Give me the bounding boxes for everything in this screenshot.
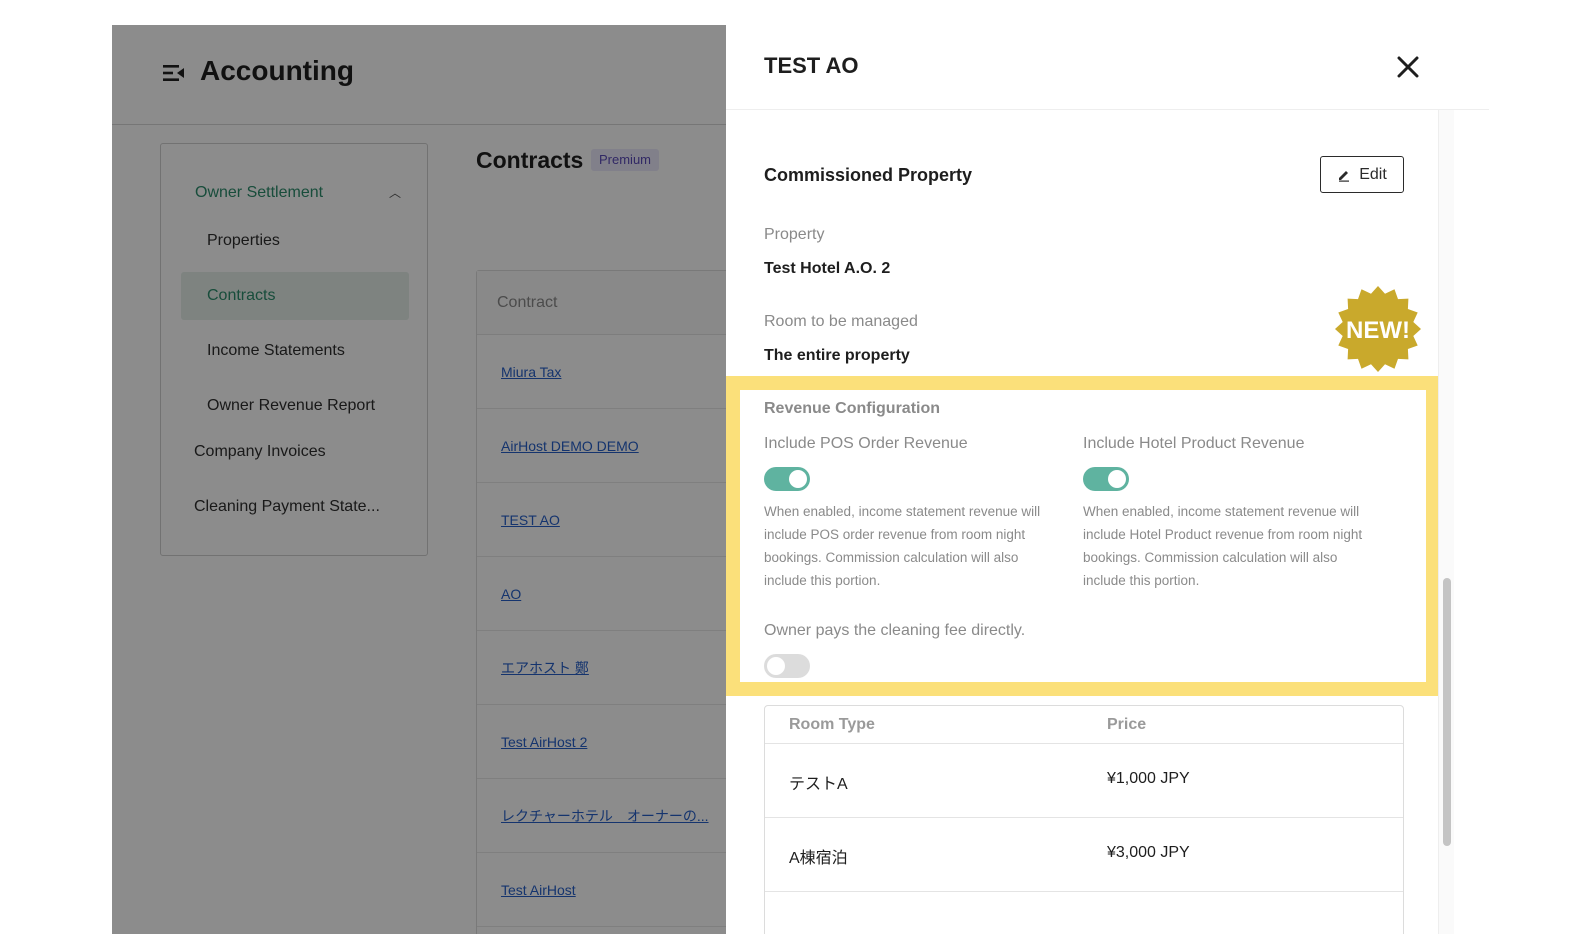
scrollbar[interactable] (1438, 110, 1454, 934)
edit-button[interactable]: Edit (1320, 156, 1404, 193)
new-badge: NEW! (1335, 286, 1421, 372)
new-badge-text: NEW! (1346, 317, 1410, 344)
hotel-revenue-toggle[interactable] (1083, 467, 1129, 491)
section-title: Commissioned Property (764, 165, 973, 185)
room-type-cell: A棟宿泊 (789, 850, 848, 867)
room-value: The entire property (764, 347, 910, 364)
property-label: Property (764, 226, 825, 243)
column-price: Price (1107, 716, 1147, 733)
pos-revenue-label: Include POS Order Revenue (764, 435, 968, 452)
cleaning-fee-label: Owner pays the cleaning fee directly. (764, 622, 1026, 639)
app-window: Accounting Owner Settlement ︿ Properties… (112, 25, 1489, 934)
price-cell: ¥3,000 JPY (1107, 844, 1190, 861)
hotel-revenue-description: When enabled, income statement revenue w… (1083, 504, 1363, 588)
room-label: Room to be managed (764, 313, 918, 330)
pos-revenue-toggle[interactable] (764, 467, 810, 491)
revenue-configuration-panel: Revenue Configuration Include POS Order … (726, 376, 1440, 696)
pencil-icon (1339, 170, 1350, 182)
property-value: Test Hotel A.O. 2 (764, 260, 891, 277)
table-row: テストA ¥1,000 JPY (765, 744, 1403, 818)
drawer-title: TEST AO (764, 53, 859, 78)
room-type-table: Room Type Price テストA ¥1,000 JPY A棟宿泊 ¥3,… (764, 705, 1404, 934)
contract-drawer: TEST AO Commissioned Property Edit Prope… (726, 25, 1489, 934)
table-row: A棟宿泊 ¥3,000 JPY (765, 818, 1403, 892)
room-type-cell: テストA (789, 776, 848, 793)
revenue-configuration-title: Revenue Configuration (764, 400, 941, 417)
scrollbar-thumb[interactable] (1443, 578, 1451, 846)
room-type-table-header: Room Type Price (765, 706, 1403, 744)
column-room-type: Room Type (789, 716, 875, 733)
price-cell: ¥1,000 JPY (1107, 770, 1190, 787)
edit-label: Edit (1359, 165, 1387, 183)
close-icon[interactable] (1394, 53, 1422, 81)
pos-revenue-description: When enabled, income statement revenue w… (764, 504, 1041, 588)
cleaning-fee-toggle[interactable] (764, 654, 810, 678)
drawer-header: TEST AO (726, 25, 1489, 110)
hotel-revenue-label: Include Hotel Product Revenue (1083, 435, 1305, 452)
